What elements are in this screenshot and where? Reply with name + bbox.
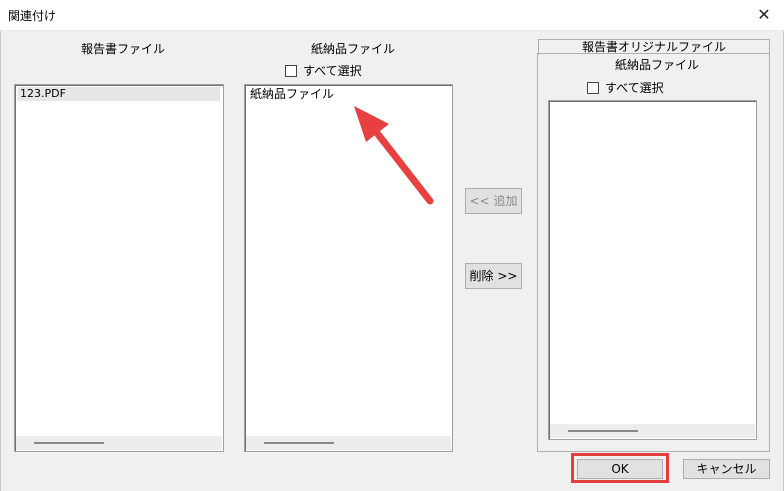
checkbox-box[interactable] — [587, 81, 599, 94]
paper-files-list[interactable]: 紙納品ファイル — [244, 84, 453, 452]
select-all-label: すべて選択 — [303, 64, 362, 78]
dialog-body: 報告書ファイル 123.PDF 紙納品ファイル すべて選択 紙納品ファイル <<… — [0, 31, 784, 491]
scrollbar-thumb[interactable] — [568, 430, 638, 432]
select-all-paper-checkbox[interactable]: すべて選択 — [285, 62, 362, 79]
horizontal-scrollbar[interactable] — [246, 436, 451, 450]
checkbox-box[interactable] — [285, 64, 297, 77]
window-title: 関連付け — [8, 9, 57, 23]
horizontal-scrollbar[interactable] — [550, 424, 755, 438]
cancel-button[interactable]: キャンセル — [683, 459, 770, 479]
original-paper-header: 紙納品ファイル — [615, 58, 700, 72]
list-item[interactable]: 123.PDF — [18, 87, 220, 101]
delete-button[interactable]: 削除 >> — [465, 263, 522, 289]
list-item[interactable]: 紙納品ファイル — [248, 87, 449, 101]
scrollbar-thumb[interactable] — [264, 442, 334, 444]
title-bar: 関連付け ✕ — [0, 0, 784, 31]
close-icon[interactable]: ✕ — [744, 0, 784, 30]
add-button[interactable]: << 追加 — [465, 188, 522, 214]
horizontal-scrollbar[interactable] — [16, 436, 222, 450]
paper-files-header: 紙納品ファイル — [311, 42, 396, 56]
report-files-list[interactable]: 123.PDF — [14, 84, 224, 452]
select-all-label: すべて選択 — [605, 81, 664, 95]
report-files-header: 報告書ファイル — [81, 42, 166, 56]
scrollbar-thumb[interactable] — [34, 442, 104, 444]
original-files-list[interactable] — [548, 100, 757, 440]
ok-button[interactable]: OK — [577, 459, 663, 479]
select-all-original-checkbox[interactable]: すべて選択 — [587, 79, 664, 96]
